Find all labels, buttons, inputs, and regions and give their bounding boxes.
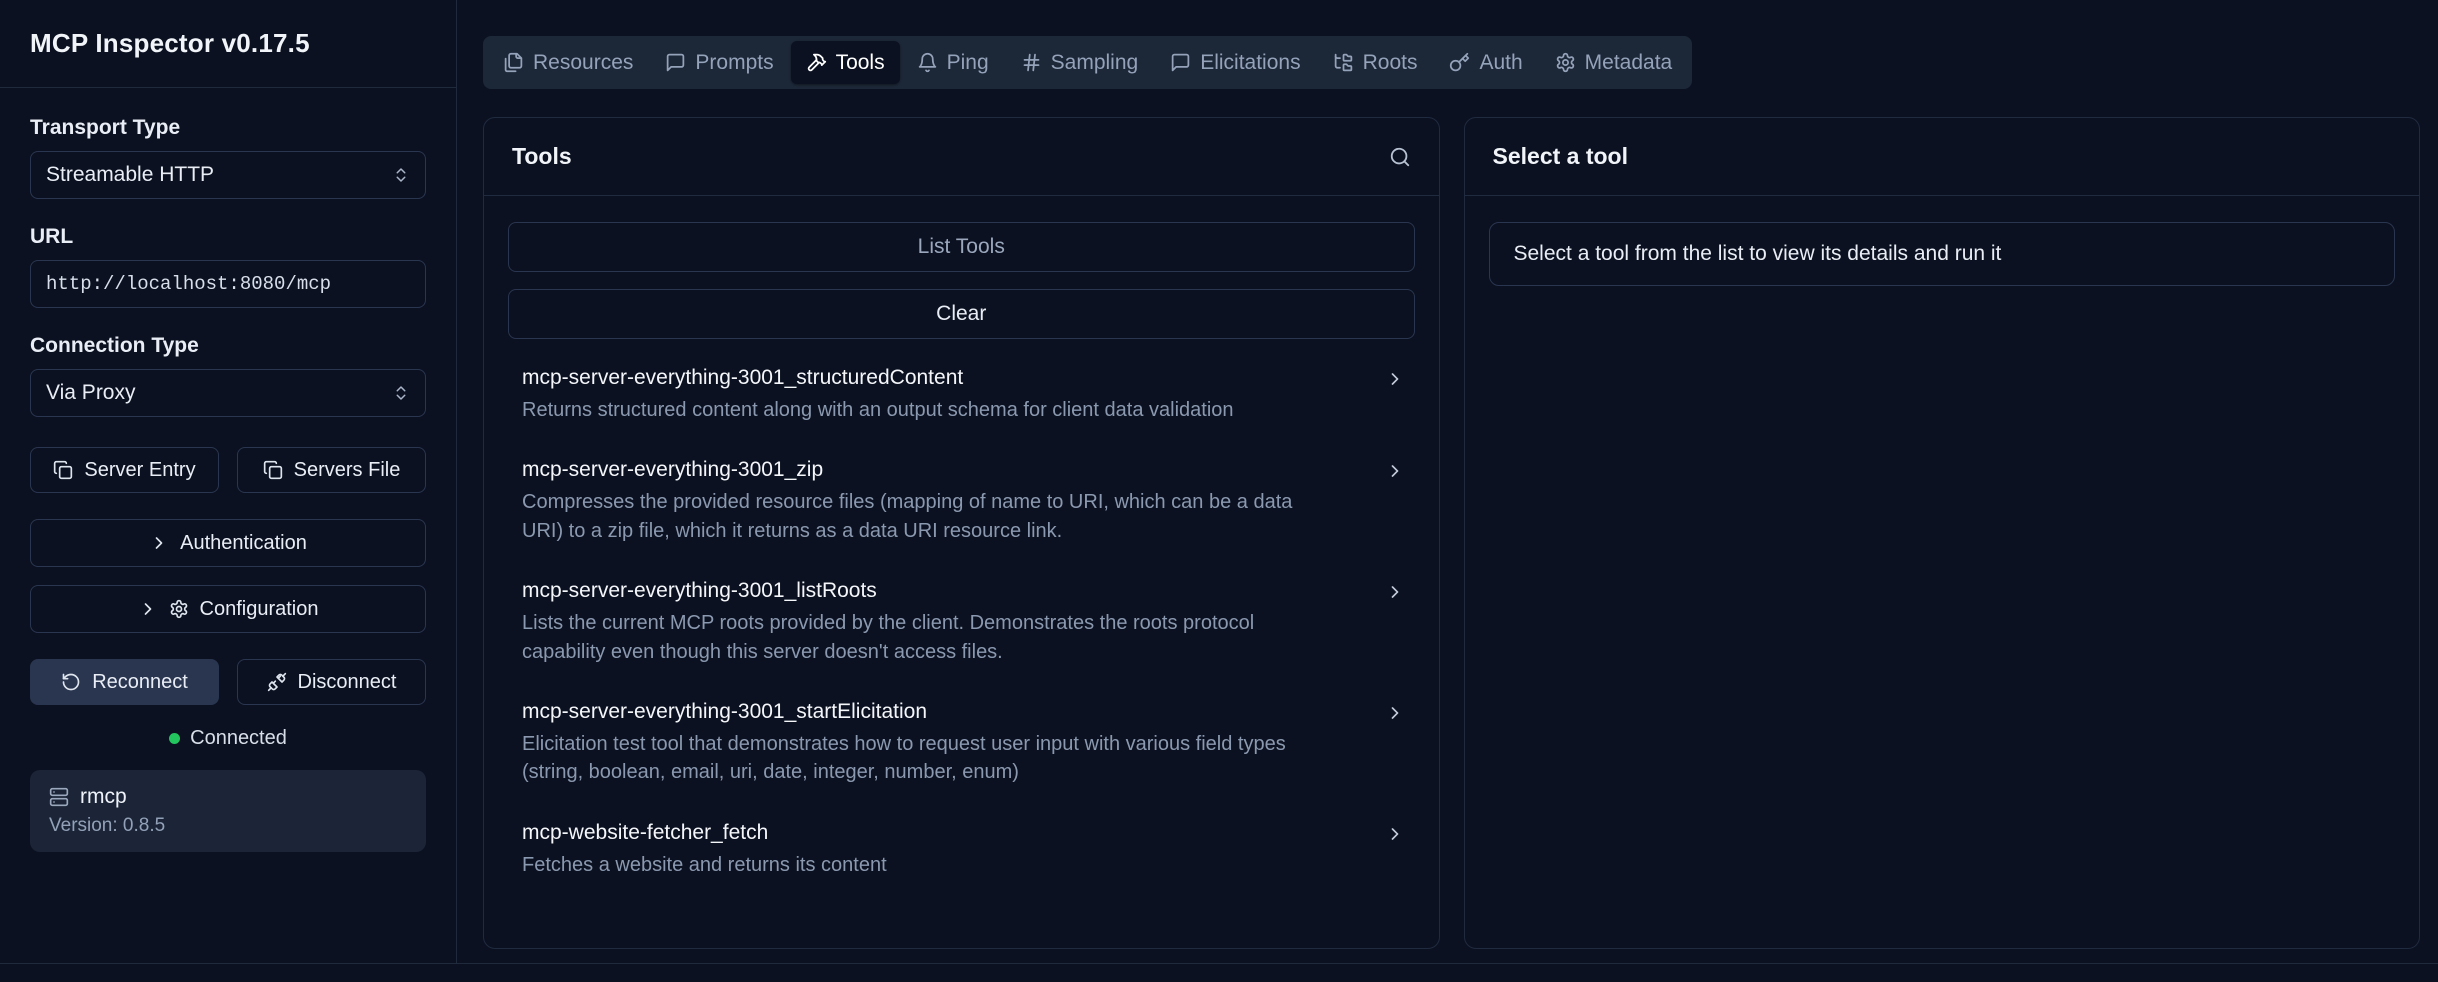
copy-icon xyxy=(53,460,73,480)
tool-list-item[interactable]: mcp-website-fetcher_fetch Fetches a webs… xyxy=(508,804,1415,896)
rotate-ccw-icon xyxy=(61,672,81,692)
tab-tools[interactable]: Tools xyxy=(791,41,900,84)
connection-type-label: Connection Type xyxy=(30,334,426,358)
connection-status: Connected xyxy=(30,727,426,750)
resources-icon xyxy=(503,52,524,73)
chevron-right-icon xyxy=(1385,703,1405,723)
tool-detail-header: Select a tool xyxy=(1465,118,2420,196)
chevron-right-icon xyxy=(1385,582,1405,602)
tool-detail-title: Select a tool xyxy=(1493,143,1628,170)
tab-auth[interactable]: Auth xyxy=(1434,41,1537,84)
configuration-label: Configuration xyxy=(200,598,319,621)
tab-elicitations[interactable]: Elicitations xyxy=(1155,41,1315,84)
tool-description: Returns structured content along with an… xyxy=(522,396,1322,424)
chevrons-up-down-icon xyxy=(392,384,410,402)
url-input[interactable] xyxy=(30,260,426,308)
content-row: Tools List Tools Clear mcp-server-everyt… xyxy=(483,117,2420,949)
chevron-right-icon xyxy=(149,533,169,553)
list-tools-button[interactable]: List Tools xyxy=(508,222,1415,272)
server-entry-label: Server Entry xyxy=(84,459,195,482)
tool-list-item[interactable]: mcp-server-everything-3001_zip Compresse… xyxy=(508,441,1415,562)
sidebar-body: Transport Type Streamable HTTP URL Conne… xyxy=(0,88,456,880)
tool-name: mcp-server-everything-3001_zip xyxy=(522,458,1339,482)
auth-icon xyxy=(1449,52,1470,73)
tool-detail-placeholder: Select a tool from the list to view its … xyxy=(1489,222,2396,286)
tool-list-item[interactable]: mcp-server-everything-3001_listRoots Lis… xyxy=(508,562,1415,683)
tool-detail-body: Select a tool from the list to view its … xyxy=(1465,196,2420,312)
app-window: MCP Inspector v0.17.5 Transport Type Str… xyxy=(0,0,2438,964)
tab-sampling[interactable]: Sampling xyxy=(1006,41,1154,84)
sampling-icon xyxy=(1021,52,1042,73)
connection-type-value: Via Proxy xyxy=(46,381,136,405)
tools-panel: Tools List Tools Clear mcp-server-everyt… xyxy=(483,117,1440,949)
tools-panel-body: List Tools Clear mcp-server-everything-3… xyxy=(484,196,1439,922)
authentication-label: Authentication xyxy=(180,532,307,555)
chevron-right-icon xyxy=(1385,824,1405,844)
prompts-icon xyxy=(665,52,686,73)
chevrons-up-down-icon xyxy=(392,166,410,184)
servers-file-button[interactable]: Servers File xyxy=(237,447,426,493)
chevron-right-icon xyxy=(1385,461,1405,481)
tool-description: Lists the current MCP roots provided by … xyxy=(522,609,1322,666)
tab-bar: Resources Prompts Tools Ping Sampling El… xyxy=(483,36,1692,89)
unplug-icon xyxy=(267,672,287,692)
tab-metadata[interactable]: Metadata xyxy=(1540,41,1688,84)
metadata-icon xyxy=(1555,52,1576,73)
configuration-toggle[interactable]: Configuration xyxy=(30,585,426,633)
chevron-right-icon xyxy=(1385,369,1405,389)
server-name: rmcp xyxy=(80,785,127,809)
reconnect-label: Reconnect xyxy=(92,671,188,694)
server-entry-button[interactable]: Server Entry xyxy=(30,447,219,493)
server-icon xyxy=(49,787,69,807)
server-version: Version: 0.8.5 xyxy=(49,815,407,837)
ping-icon xyxy=(917,52,938,73)
transport-type-select[interactable]: Streamable HTTP xyxy=(30,151,426,199)
roots-icon xyxy=(1333,52,1354,73)
servers-file-label: Servers File xyxy=(294,459,401,482)
server-card: rmcp Version: 0.8.5 xyxy=(30,770,426,852)
tool-detail-panel: Select a tool Select a tool from the lis… xyxy=(1464,117,2421,949)
connected-label: Connected xyxy=(190,727,287,750)
sidebar-header: MCP Inspector v0.17.5 xyxy=(0,0,456,88)
main-area: Resources Prompts Tools Ping Sampling El… xyxy=(457,0,2438,963)
gear-icon xyxy=(169,599,189,619)
tool-name: mcp-server-everything-3001_listRoots xyxy=(522,579,1339,603)
disconnect-button[interactable]: Disconnect xyxy=(237,659,426,705)
tab-resources[interactable]: Resources xyxy=(488,41,648,84)
tool-list: mcp-server-everything-3001_structuredCon… xyxy=(508,349,1415,896)
chevron-right-icon xyxy=(138,599,158,619)
tools-icon xyxy=(806,52,827,73)
tool-list-item[interactable]: mcp-server-everything-3001_structuredCon… xyxy=(508,349,1415,441)
tool-description: Elicitation test tool that demonstrates … xyxy=(522,730,1322,787)
elicitations-icon xyxy=(1170,52,1191,73)
tab-prompts[interactable]: Prompts xyxy=(650,41,788,84)
tool-name: mcp-website-fetcher_fetch xyxy=(522,821,1339,845)
copy-icon xyxy=(263,460,283,480)
tools-panel-title: Tools xyxy=(512,143,572,170)
tab-ping[interactable]: Ping xyxy=(902,41,1004,84)
tool-name: mcp-server-everything-3001_startElicitat… xyxy=(522,700,1339,724)
url-label: URL xyxy=(30,225,426,249)
sidebar: MCP Inspector v0.17.5 Transport Type Str… xyxy=(0,0,457,963)
tool-list-item[interactable]: mcp-server-everything-3001_startElicitat… xyxy=(508,683,1415,804)
connected-dot xyxy=(169,733,180,744)
authentication-toggle[interactable]: Authentication xyxy=(30,519,426,567)
tool-description: Compresses the provided resource files (… xyxy=(522,488,1322,545)
tools-panel-header: Tools xyxy=(484,118,1439,196)
connection-type-select[interactable]: Via Proxy xyxy=(30,369,426,417)
clear-button[interactable]: Clear xyxy=(508,289,1415,339)
tool-description: Fetches a website and returns its conten… xyxy=(522,851,1322,879)
transport-type-value: Streamable HTTP xyxy=(46,163,214,187)
app-title: MCP Inspector v0.17.5 xyxy=(30,28,426,59)
reconnect-button[interactable]: Reconnect xyxy=(30,659,219,705)
search-icon[interactable] xyxy=(1389,146,1411,168)
tab-roots[interactable]: Roots xyxy=(1318,41,1433,84)
tool-name: mcp-server-everything-3001_structuredCon… xyxy=(522,366,1339,390)
disconnect-label: Disconnect xyxy=(298,671,397,694)
transport-type-label: Transport Type xyxy=(30,116,426,140)
